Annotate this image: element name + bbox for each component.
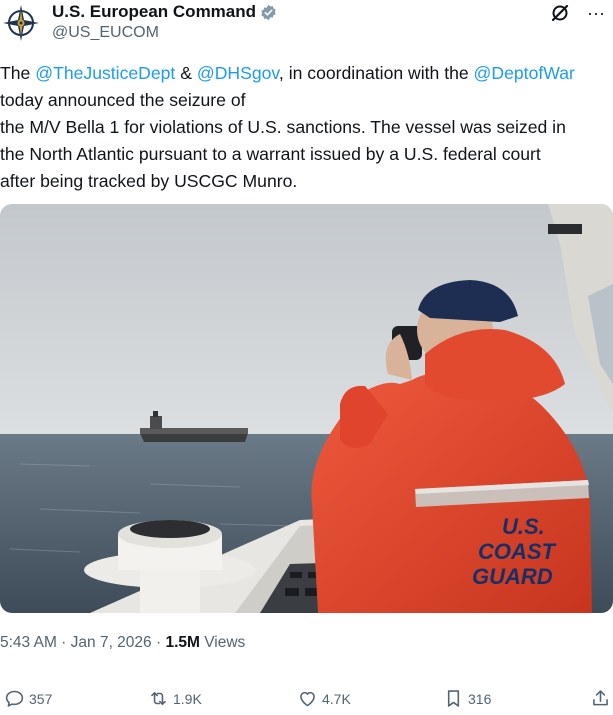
tweet-text-segment: , in coordination with the — [278, 63, 474, 83]
tweet-line-1: The @TheJusticeDept & @DHSgov, in coordi… — [0, 60, 613, 87]
tweet-time[interactable]: 5:43 AM — [0, 634, 57, 651]
views-label: Views — [199, 634, 246, 651]
like-button[interactable]: 4.7K — [297, 688, 351, 709]
tweet-text-segment: & — [175, 63, 197, 83]
reply-count: 357 — [29, 690, 53, 707]
tweet-text-segment: The — [0, 63, 36, 83]
more-options-icon[interactable]: ··· — [585, 2, 607, 24]
tweet-actions: 357 1.9K 4.7K 316 — [0, 684, 613, 714]
coast-guard-photo: U.S. COAST GUARD — [0, 204, 613, 613]
meta-separator: · — [151, 634, 166, 651]
jacket-text-guard: GUARD — [472, 564, 553, 589]
jacket-text-coast: COAST — [478, 539, 557, 564]
tweet-date[interactable]: Jan 7, 2026 — [71, 634, 152, 651]
repost-button[interactable]: 1.9K — [148, 688, 202, 709]
tweet-line-3: the M/V Bella 1 for violations of U.S. s… — [0, 117, 566, 137]
tweet-header: U.S. European Command @US_EUCOM ··· — [0, 0, 613, 50]
header-actions: ··· — [549, 2, 607, 24]
share-icon — [593, 690, 608, 706]
mention-dhs[interactable]: @DHSgov — [197, 63, 279, 83]
tweet-photo[interactable]: U.S. COAST GUARD — [0, 204, 613, 613]
repost-icon — [151, 692, 166, 705]
meta-separator: · — [56, 634, 71, 651]
verified-badge-icon — [261, 4, 276, 20]
like-count: 4.7K — [322, 690, 351, 707]
tweet-line-5: after being tracked by USCGC Munro. — [0, 171, 298, 191]
share-button[interactable] — [590, 688, 611, 709]
repost-count: 1.9K — [173, 690, 202, 707]
tweet-line-2: today announced the seizure of — [0, 90, 246, 110]
views-count: 1.5M — [165, 634, 200, 651]
bookmark-button[interactable]: 316 — [443, 688, 491, 709]
handle[interactable]: @US_EUCOM — [52, 24, 159, 42]
avatar[interactable] — [2, 4, 40, 42]
grok-icon[interactable] — [549, 2, 571, 24]
reply-button[interactable]: 357 — [4, 688, 52, 709]
bookmark-icon — [447, 690, 460, 707]
reply-icon — [5, 690, 24, 707]
name-row: U.S. European Command — [52, 2, 277, 22]
tweet-meta: 5:43 AM · Jan 7, 2026 · 1.5M Views — [0, 634, 245, 652]
mention-justice-dept[interactable]: @TheJusticeDept — [35, 63, 175, 83]
eucom-compass-emblem-icon — [3, 5, 39, 41]
jacket-text-us: U.S. — [502, 514, 545, 539]
heart-icon — [300, 691, 315, 707]
tweet-text: The @TheJusticeDept & @DHSgov, in coordi… — [0, 60, 613, 195]
display-name[interactable]: U.S. European Command — [52, 2, 256, 22]
tweet-line-4: the North Atlantic pursuant to a warrant… — [0, 144, 541, 164]
bookmark-count: 316 — [468, 690, 492, 707]
mention-dept-of-war[interactable]: @DeptofWar — [474, 63, 575, 83]
